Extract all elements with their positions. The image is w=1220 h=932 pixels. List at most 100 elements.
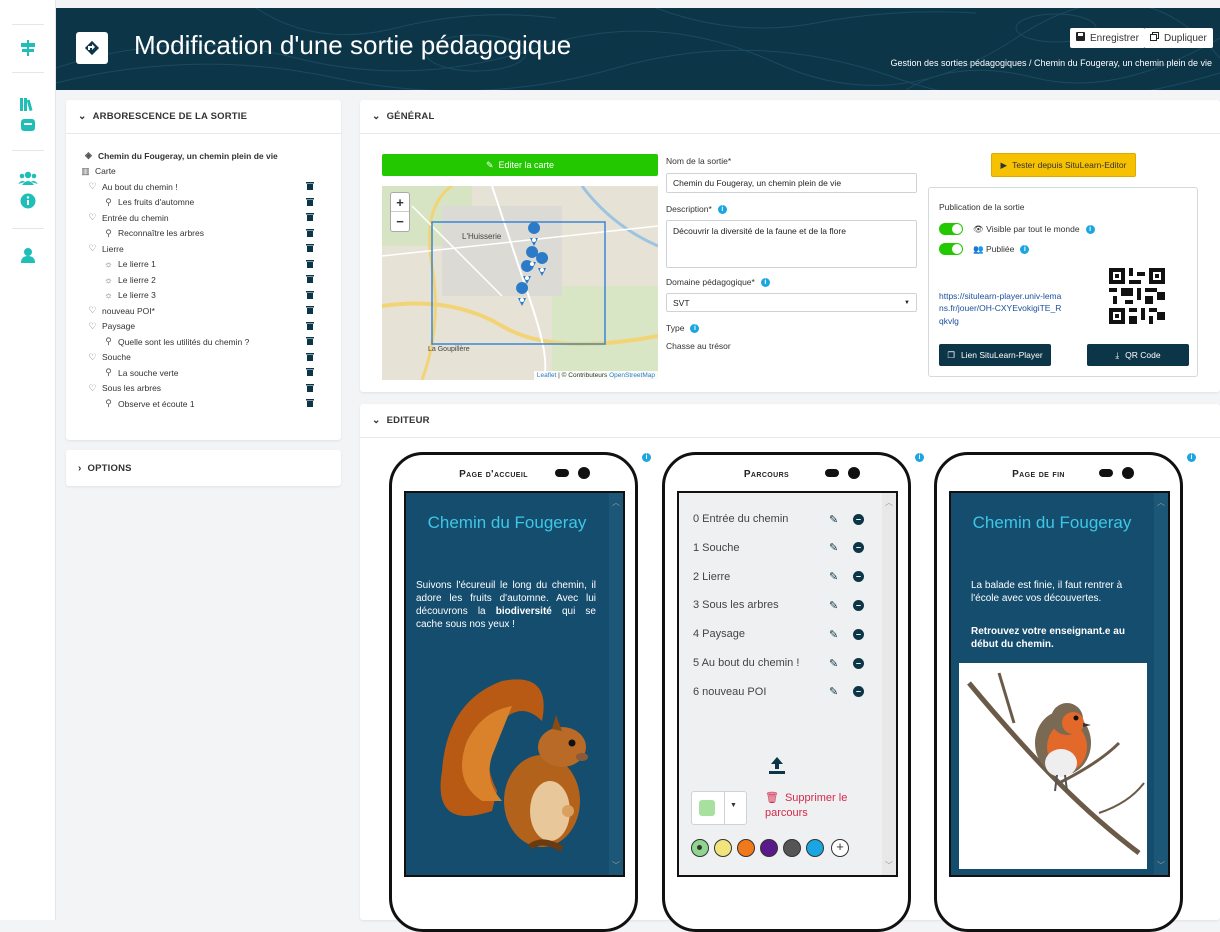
parcours-item[interactable]: 1 Souche ✎ –	[693, 542, 869, 554]
scroll-down-icon[interactable]: ﹀	[609, 860, 623, 871]
tree-activity-item[interactable]: ☼ Le lierre 3	[84, 288, 341, 304]
options-panel-header[interactable]: › OPTIONS	[66, 450, 341, 486]
leaflet-link[interactable]: Leaflet	[537, 372, 557, 379]
scrollbar[interactable]: ︿ ﹀	[1154, 493, 1168, 875]
scroll-down-icon[interactable]: ﹀	[1154, 860, 1168, 871]
general-panel-header[interactable]: ⌄ GÉNÉRAL	[360, 100, 1220, 134]
scroll-up-icon[interactable]: ︿	[609, 497, 623, 508]
tree-activity-item[interactable]: ⚲ La souche verte	[84, 365, 341, 381]
trash-icon[interactable]	[306, 398, 314, 409]
tree-panel-header[interactable]: ⌄ ARBORESCENCE DE LA SORTIE	[66, 100, 341, 134]
remove-icon[interactable]: –	[853, 513, 864, 525]
osm-link[interactable]: OpenStreetMap	[609, 372, 655, 379]
tree-poi-item[interactable]: ♡ Souche	[84, 350, 341, 366]
trash-icon[interactable]	[306, 305, 314, 316]
remove-icon[interactable]: –	[853, 542, 864, 554]
color-picker[interactable]: ▼	[691, 791, 747, 825]
tree-activity-item[interactable]: ☼ Le lierre 2	[84, 272, 341, 288]
remove-icon[interactable]: –	[853, 657, 864, 669]
color-swatch[interactable]	[760, 839, 778, 857]
editor-panel-header[interactable]: ⌄ EDITEUR	[360, 404, 1220, 438]
trash-icon[interactable]	[306, 274, 314, 285]
tree-map[interactable]: ▥ Carte	[81, 164, 341, 180]
info-icon[interactable]: i	[642, 453, 651, 462]
tree-activity-item[interactable]: ⚲ Les fruits d'automne	[84, 195, 341, 211]
tree-activity-item[interactable]: ⚲ Observe et écoute 1	[84, 396, 341, 412]
tree-activity-item[interactable]: ⚲ Quelle sont les utilités du chemin ?	[84, 334, 341, 350]
upload-icon[interactable]	[767, 755, 787, 775]
color-swatch[interactable]	[806, 839, 824, 857]
info-icon[interactable]: i	[1187, 453, 1196, 462]
zoom-out-button[interactable]: −	[391, 212, 409, 231]
save-button[interactable]: Enregistrer	[1070, 28, 1145, 48]
duplicate-button[interactable]: Dupliquer	[1144, 28, 1213, 48]
tree-poi-item[interactable]: ♡ Lierre	[84, 241, 341, 257]
edit-icon[interactable]: ✎	[829, 570, 838, 583]
color-swatch[interactable]	[691, 839, 709, 857]
info-icon[interactable]	[16, 189, 40, 213]
domain-select[interactable]: SVT ▼	[666, 293, 917, 312]
trash-icon[interactable]	[306, 352, 314, 363]
info-icon[interactable]: i	[1020, 245, 1030, 255]
visible-toggle[interactable]	[939, 223, 963, 235]
parcours-item[interactable]: 5 Au bout du chemin ! ✎ –	[693, 657, 869, 670]
test-button[interactable]: ▶ Tester depuis SituLearn-Editor	[991, 153, 1136, 177]
qr-code-button[interactable]: ⤓ QR Code	[1087, 344, 1189, 366]
tree-poi-item[interactable]: ♡ nouveau POI*	[84, 303, 341, 319]
users-icon[interactable]	[16, 166, 40, 190]
info-icon[interactable]: i	[690, 324, 700, 334]
delete-parcours-button[interactable]: 🗑 Supprimer le parcours	[765, 791, 865, 822]
edit-icon[interactable]: ✎	[829, 685, 838, 698]
player-link-button[interactable]: ❐ Lien SituLearn-Player	[939, 344, 1051, 366]
description-textarea[interactable]: Découvrir la diversité de la faune et de…	[666, 220, 917, 268]
parcours-screen[interactable]: 0 Entrée du chemin ✎ – 1 Souche ✎ – 2 Lierre ✎ –…	[677, 491, 898, 877]
parcours-item[interactable]: 4 Paysage ✎ –	[693, 628, 869, 641]
remove-icon[interactable]: –	[853, 571, 864, 583]
published-toggle[interactable]	[939, 243, 963, 255]
zoom-in-button[interactable]: +	[391, 193, 409, 212]
parcours-item[interactable]: 0 Entrée du chemin ✎ –	[693, 513, 869, 526]
trash-icon[interactable]	[306, 336, 314, 347]
edit-icon[interactable]: ✎	[829, 657, 838, 670]
home-page-screen[interactable]: Chemin du Fougeray Suivons l'écureuil le…	[404, 491, 625, 877]
end-page-screen[interactable]: Chemin du Fougeray La balade est finie, …	[949, 491, 1170, 877]
info-icon[interactable]: i	[717, 205, 727, 215]
tree-poi-item[interactable]: ♡ Entrée du chemin	[84, 210, 341, 226]
info-icon[interactable]: i	[1085, 225, 1095, 235]
player-url[interactable]: https://situlearn-player.univ-lemans.fr/…	[939, 290, 1064, 327]
remove-icon[interactable]: –	[853, 686, 864, 698]
trash-icon[interactable]	[306, 321, 314, 332]
parcours-item[interactable]: 3 Sous les arbres ✎ –	[693, 599, 869, 612]
trash-icon[interactable]	[306, 383, 314, 394]
trash-icon[interactable]	[306, 243, 314, 254]
map[interactable]: + − L'Huisserie La Goupillère Leaflet | …	[382, 186, 658, 380]
color-swatch[interactable]	[783, 839, 801, 857]
breadcrumb[interactable]: Gestion des sorties pédagogiques / Chemi…	[890, 58, 1212, 68]
trash-icon[interactable]	[306, 259, 314, 270]
edit-icon[interactable]: ✎	[829, 513, 838, 526]
tree-poi-item[interactable]: ♡ Au bout du chemin !	[84, 179, 341, 195]
color-swatch[interactable]	[714, 839, 732, 857]
signpost-icon[interactable]	[16, 36, 40, 60]
remove-icon[interactable]: –	[853, 599, 864, 611]
tree-poi-item[interactable]: ♡ Sous les arbres	[84, 381, 341, 397]
add-color-button[interactable]: +	[831, 839, 849, 857]
info-icon[interactable]: i	[760, 278, 770, 288]
trash-icon[interactable]	[306, 181, 314, 192]
color-swatch[interactable]	[737, 839, 755, 857]
tree-root[interactable]: ◈ Chemin du Fougeray, un chemin plein de…	[84, 148, 341, 164]
trash-icon[interactable]	[306, 367, 314, 378]
trash-icon[interactable]	[306, 290, 314, 301]
parcours-item[interactable]: 6 nouveau POI ✎ –	[693, 686, 869, 698]
scroll-up-icon[interactable]: ︿	[1154, 497, 1168, 508]
parcours-item[interactable]: 2 Lierre ✎ –	[693, 571, 869, 583]
remove-icon[interactable]: –	[853, 628, 864, 640]
trash-icon[interactable]	[306, 197, 314, 208]
edit-icon[interactable]: ✎	[829, 628, 838, 641]
edit-map-button[interactable]: ✎ Editer la carte	[382, 154, 658, 176]
scroll-down-icon[interactable]: ﹀	[882, 860, 896, 871]
edit-icon[interactable]: ✎	[829, 599, 838, 612]
tree-activity-item[interactable]: ☼ Le lierre 1	[84, 257, 341, 273]
scrollbar[interactable]: ︿ ﹀	[609, 493, 623, 875]
info-icon[interactable]: i	[915, 453, 924, 462]
